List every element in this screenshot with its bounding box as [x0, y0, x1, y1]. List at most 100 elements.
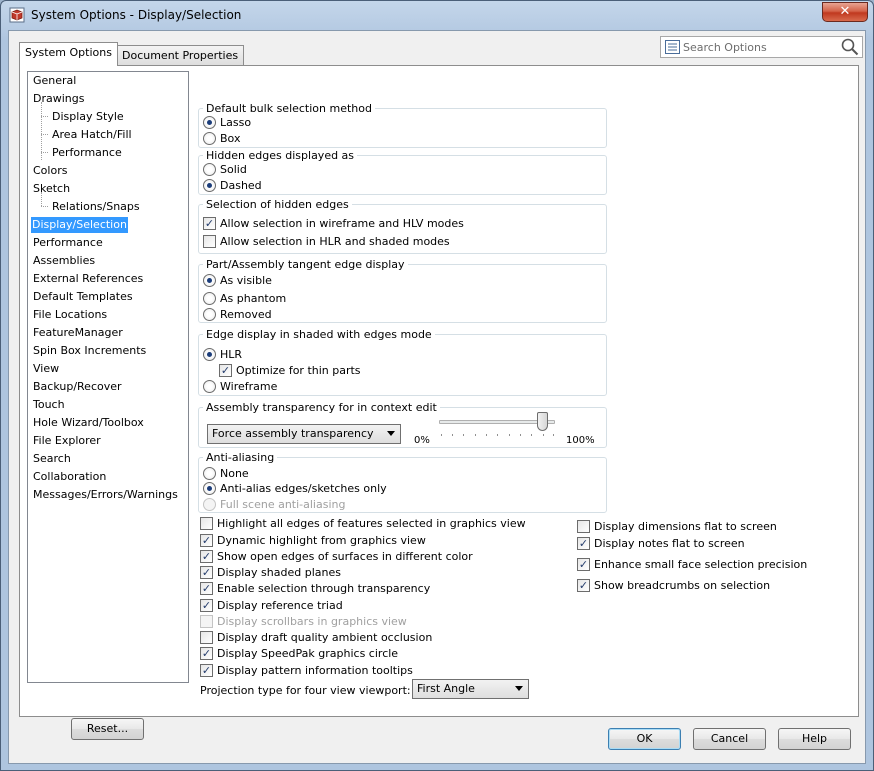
checkbox-indicator: ✓	[203, 217, 216, 230]
dynamic-highlight-checkbox[interactable]: ✓ Dynamic highlight from graphics view	[200, 533, 426, 548]
option-label: Allow selection in wireframe and HLV mod…	[220, 217, 464, 230]
options-tree[interactable]: General Drawings Display Style Area Hatc…	[27, 71, 189, 683]
option-label: As visible	[220, 274, 272, 287]
display-scrollbars-checkbox[interactable]: Display scrollbars in graphics view	[200, 614, 407, 629]
hidden-edges-group: Hidden edges displayed as Solid Dashed	[198, 149, 607, 195]
wireframe-radio[interactable]: Wireframe	[203, 379, 277, 394]
tree-item-drawings[interactable]: Drawings	[32, 91, 85, 107]
transparency-slider-thumb[interactable]	[537, 412, 549, 431]
anti-aliasing-group: Anti-aliasing None Anti-alias edges/sket…	[198, 451, 607, 513]
tree-item-messages-errors-warnings[interactable]: Messages/Errors/Warnings	[32, 487, 179, 503]
highlight-all-edges-checkbox[interactable]: Highlight all edges of features selected…	[200, 516, 526, 531]
slider-tick	[509, 434, 510, 436]
display-reference-triad-checkbox[interactable]: ✓ Display reference triad	[200, 598, 343, 613]
removed-radio[interactable]: Removed	[203, 307, 272, 322]
search-icon[interactable]	[841, 38, 859, 56]
tree-item-external-references[interactable]: External References	[32, 271, 144, 287]
enhance-small-face-checkbox[interactable]: ✓ Enhance small face selection precision	[577, 557, 807, 572]
slider-max-label: 100%	[566, 435, 595, 446]
solid-radio[interactable]: Solid	[203, 162, 247, 177]
slider-min-label: 0%	[414, 435, 430, 446]
optimize-thin-parts-checkbox[interactable]: ✓ Optimize for thin parts	[219, 363, 361, 378]
tree-item-touch[interactable]: Touch	[32, 397, 66, 413]
option-label: Dashed	[220, 179, 262, 192]
lasso-radio[interactable]: Lasso	[203, 115, 251, 130]
dimensions-flat-checkbox[interactable]: Display dimensions flat to screen	[577, 519, 777, 534]
slider-tick	[543, 434, 544, 436]
allow-selection-wireframe-checkbox[interactable]: ✓ Allow selection in wireframe and HLV mo…	[203, 216, 464, 231]
options-panel: General Drawings Display Style Area Hatc…	[19, 65, 859, 740]
tree-item-assemblies[interactable]: Assemblies	[32, 253, 96, 269]
option-label: Show open edges of surfaces in different…	[217, 550, 473, 563]
tree-item-area-hatch-fill[interactable]: Area Hatch/Fill	[51, 127, 133, 143]
tab-label: Document Properties	[122, 49, 239, 62]
reset-button[interactable]: Reset...	[71, 718, 144, 740]
checkbox-indicator: ✓	[577, 558, 590, 571]
tree-item-hole-wizard-toolbox[interactable]: Hole Wizard/Toolbox	[32, 415, 145, 431]
full-scene-anti-aliasing-radio[interactable]: Full scene anti-aliasing	[203, 497, 345, 512]
tree-item-spin-box-increments[interactable]: Spin Box Increments	[32, 343, 147, 359]
search-options-box[interactable]	[660, 36, 863, 58]
radio-indicator	[203, 348, 216, 361]
tree-item-display-style[interactable]: Display Style	[51, 109, 125, 125]
tree-item-collaboration[interactable]: Collaboration	[32, 469, 107, 485]
option-label: Display pattern information tooltips	[217, 664, 413, 677]
tree-item-search[interactable]: Search	[32, 451, 72, 467]
show-breadcrumbs-checkbox[interactable]: ✓ Show breadcrumbs on selection	[577, 578, 770, 593]
transparency-mode-select[interactable]: Force assembly transparency	[207, 424, 401, 444]
checkbox-indicator	[203, 235, 216, 248]
as-phantom-radio[interactable]: As phantom	[203, 291, 286, 306]
tree-item-relations-snaps[interactable]: Relations/Snaps	[51, 199, 141, 215]
checkbox-indicator: ✓	[200, 566, 213, 579]
none-radio[interactable]: None	[203, 466, 249, 481]
help-button[interactable]: Help	[778, 728, 851, 750]
box-radio[interactable]: Box	[203, 131, 240, 146]
option-label: Wireframe	[220, 380, 278, 393]
tree-item-sketch[interactable]: Sketch	[32, 181, 71, 197]
close-icon: ✕	[839, 4, 851, 19]
tab-label: System Options	[25, 46, 112, 59]
tree-item-colors[interactable]: Colors	[32, 163, 68, 179]
display-shaded-planes-checkbox[interactable]: ✓ Display shaded planes	[200, 565, 341, 580]
draft-ambient-occlusion-checkbox[interactable]: Display draft quality ambient occlusion	[200, 630, 432, 645]
option-label: Display SpeedPak graphics circle	[217, 647, 399, 660]
enable-selection-transparency-checkbox[interactable]: ✓ Enable selection through transparency	[200, 581, 430, 596]
projection-type-select[interactable]: First Angle	[412, 679, 529, 699]
checkbox-indicator	[200, 517, 213, 530]
title-bar[interactable]: System Options - Display/Selection ✕	[1, 1, 873, 31]
checkbox-indicator: ✓	[200, 647, 213, 660]
checkbox-indicator: ✓	[577, 579, 590, 592]
as-visible-radio[interactable]: As visible	[203, 273, 272, 288]
hlr-radio[interactable]: HLR	[203, 347, 242, 362]
pattern-tooltips-checkbox[interactable]: ✓ Display pattern information tooltips	[200, 663, 413, 678]
tree-item-backup-recover[interactable]: Backup/Recover	[32, 379, 123, 395]
bulk-selection-group: Default bulk selection method Lasso Box	[198, 102, 607, 148]
option-label: Lasso	[220, 116, 252, 129]
tree-item-performance[interactable]: Performance	[32, 235, 104, 251]
close-button[interactable]: ✕	[822, 2, 868, 22]
tree-item-view[interactable]: View	[32, 361, 60, 377]
search-input[interactable]	[683, 40, 833, 54]
radio-indicator	[203, 116, 216, 129]
tree-connector	[41, 116, 48, 117]
dashed-radio[interactable]: Dashed	[203, 178, 262, 193]
anti-alias-edges-radio[interactable]: Anti-alias edges/sketches only	[203, 481, 387, 496]
radio-indicator	[203, 498, 216, 511]
ok-button[interactable]: OK	[608, 728, 681, 750]
tab-system-options[interactable]: System Options	[19, 42, 118, 66]
tree-item-drawings-performance[interactable]: Performance	[51, 145, 123, 161]
allow-selection-hlr-checkbox[interactable]: Allow selection in HLR and shaded modes	[203, 234, 450, 249]
speedpak-circle-checkbox[interactable]: ✓ Display SpeedPak graphics circle	[200, 646, 398, 661]
tree-item-featuremanager[interactable]: FeatureManager	[32, 325, 124, 341]
checkbox-indicator: ✓	[577, 537, 590, 550]
show-open-edges-checkbox[interactable]: ✓ Show open edges of surfaces in differen…	[200, 549, 473, 564]
tree-item-display-selection[interactable]: Display/Selection	[31, 217, 128, 233]
cancel-button[interactable]: Cancel	[693, 728, 766, 750]
tab-document-properties[interactable]: Document Properties	[116, 45, 245, 66]
tree-item-file-locations[interactable]: File Locations	[32, 307, 108, 323]
tree-item-general[interactable]: General	[32, 73, 77, 89]
tree-item-file-explorer[interactable]: File Explorer	[32, 433, 102, 449]
notes-flat-checkbox[interactable]: ✓ Display notes flat to screen	[577, 536, 745, 551]
slider-tick	[497, 434, 498, 436]
tree-item-default-templates[interactable]: Default Templates	[32, 289, 134, 305]
